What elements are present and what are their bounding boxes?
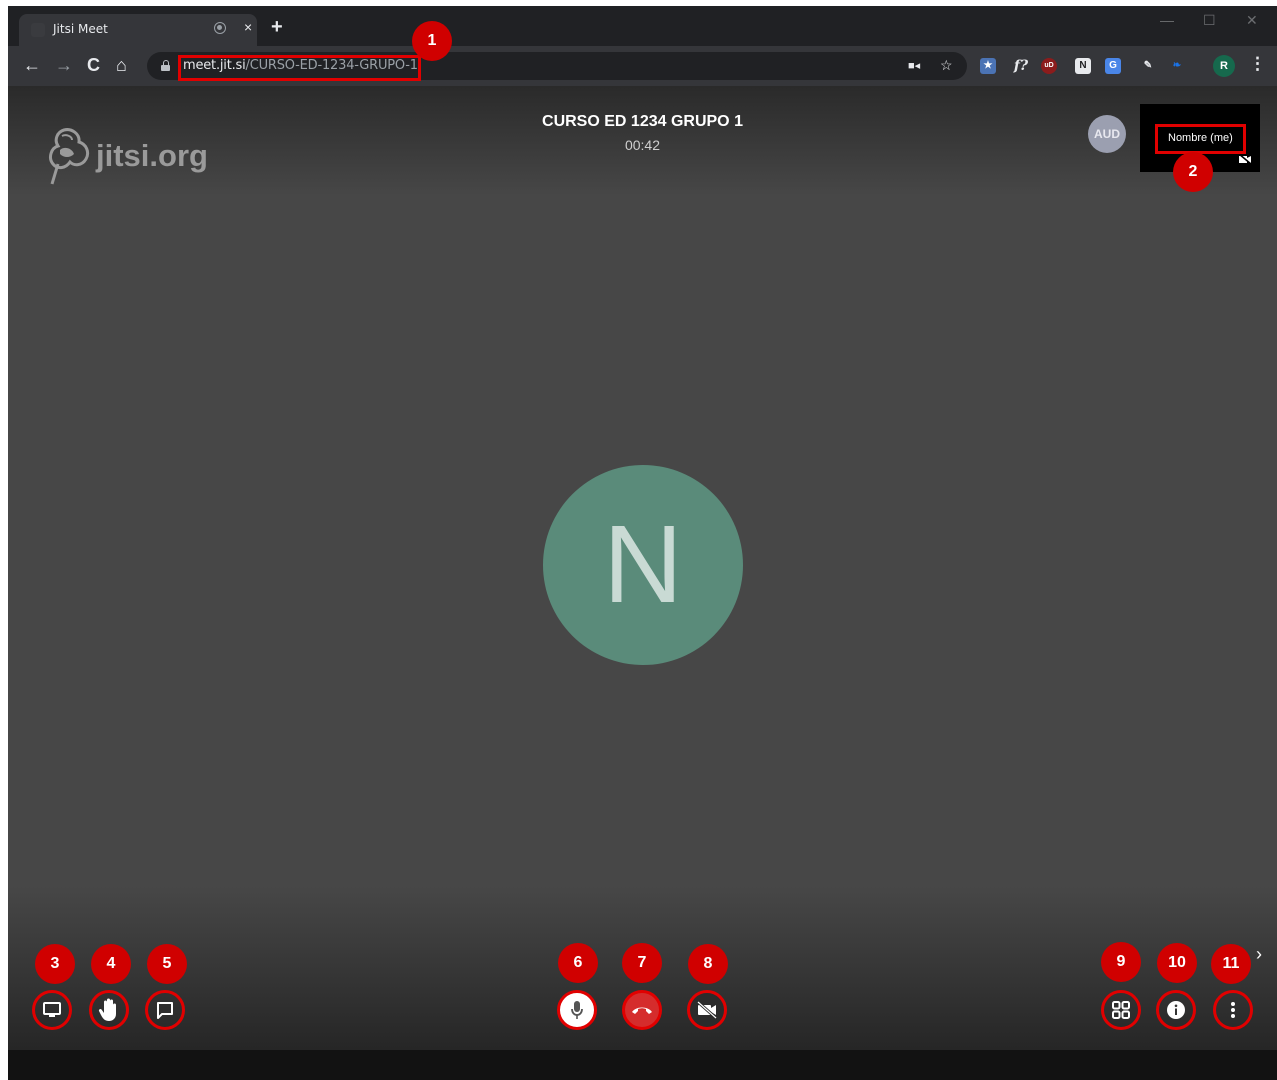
extension-feather-icon[interactable]: ❧ [1169, 58, 1185, 74]
more-vertical-icon [1231, 1002, 1235, 1018]
annotation-badge-9: 9 [1101, 942, 1141, 982]
desktop-icon [43, 1002, 61, 1017]
camera-off-icon [1239, 154, 1251, 164]
annotation-badge-8: 8 [688, 944, 728, 984]
home-icon[interactable]: ⌂ [116, 55, 127, 76]
screen-share-button[interactable] [32, 990, 72, 1030]
info-icon [1167, 1001, 1185, 1019]
annotation-badge-7: 7 [622, 943, 662, 983]
back-icon[interactable]: ← [23, 55, 41, 76]
chat-icon [157, 1002, 173, 1019]
annotation-badge-1: 1 [412, 21, 452, 61]
info-button[interactable] [1156, 990, 1196, 1030]
hand-icon [98, 998, 116, 1021]
annotation-highlight-url [178, 55, 421, 81]
annotation-badge-10: 10 [1157, 943, 1197, 983]
extension-translate-icon[interactable]: G [1105, 58, 1121, 74]
jitsi-logo[interactable]: jitsi.org [46, 126, 226, 186]
chat-button[interactable] [145, 990, 185, 1030]
lock-icon [161, 60, 170, 71]
tab-strip: Jitsi Meet × + — ☐ ✕ [8, 6, 1277, 46]
maximize-icon[interactable]: ☐ [1203, 12, 1216, 29]
jitsi-mascot-icon [49, 128, 90, 185]
extension-pen-icon[interactable]: ✎ [1140, 58, 1156, 74]
browser-window: Jitsi Meet × + — ☐ ✕ ← → C ⌂ meet.jit.si… [8, 6, 1277, 1080]
forward-icon[interactable]: → [55, 55, 73, 76]
camera-icon[interactable]: ■◂ [908, 59, 920, 72]
conference-title: CURSO ED 1234 GRUPO 1 [542, 113, 743, 130]
annotation-badge-6: 6 [558, 943, 598, 983]
annotation-badge-4: 4 [91, 944, 131, 984]
annotation-badge-11: 11 [1211, 944, 1251, 984]
reload-icon[interactable]: C [87, 55, 100, 76]
extension-notion-icon[interactable]: N [1075, 58, 1091, 74]
tab-title: Jitsi Meet [53, 22, 108, 36]
extension-formula-icon[interactable]: f? [1010, 58, 1032, 74]
new-tab-button[interactable]: + [271, 16, 283, 39]
audio-participant-avatar[interactable]: AUD [1088, 115, 1126, 153]
jitsi-meeting-page: jitsi.org CURSO ED 1234 GRUPO 1 00:42 AU… [8, 86, 1277, 1050]
microphone-button[interactable] [557, 990, 597, 1030]
filmstrip-toggle-icon[interactable]: › [1256, 944, 1262, 965]
tile-view-button[interactable] [1101, 990, 1141, 1030]
tab-close-icon[interactable]: × [244, 19, 252, 35]
bookmark-star-icon[interactable]: ☆ [940, 57, 953, 74]
close-window-icon[interactable]: ✕ [1246, 12, 1258, 29]
annotation-highlight-name [1155, 124, 1246, 154]
bottom-bar [8, 1050, 1277, 1080]
annotation-badge-5: 5 [147, 944, 187, 984]
conference-timer: 00:42 [624, 137, 661, 153]
microphone-icon [571, 1001, 583, 1019]
minimize-icon[interactable]: — [1160, 12, 1174, 28]
video-off-icon [697, 1001, 717, 1019]
browser-tab[interactable]: Jitsi Meet × [19, 14, 257, 46]
browser-menu-icon[interactable]: ⋮ [1249, 54, 1266, 74]
raise-hand-button[interactable] [89, 990, 129, 1030]
annotation-badge-2: 2 [1173, 152, 1213, 192]
camera-button[interactable] [687, 990, 727, 1030]
hangup-phone-icon [632, 1007, 652, 1014]
profile-avatar[interactable]: R [1213, 55, 1235, 77]
extension-bookmark-icon[interactable]: ★ [980, 58, 996, 74]
tile-view-icon [1112, 1001, 1130, 1019]
extension-ublock-icon[interactable]: uD [1041, 58, 1057, 74]
recording-indicator-icon [214, 22, 226, 34]
participant-avatar: N [543, 465, 743, 665]
hangup-button[interactable] [622, 990, 662, 1030]
annotation-badge-3: 3 [35, 944, 75, 984]
jitsi-favicon-icon [31, 23, 45, 37]
more-options-button[interactable] [1213, 990, 1253, 1030]
